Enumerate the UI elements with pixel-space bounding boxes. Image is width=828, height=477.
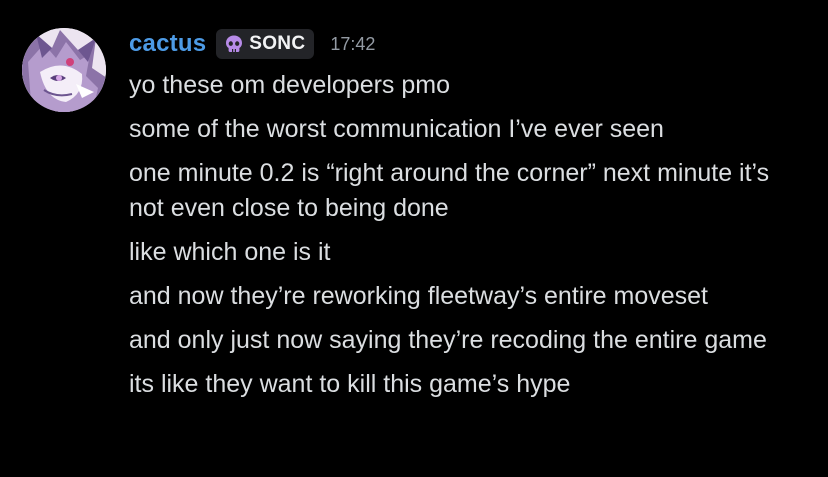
- message-line: like which one is it: [129, 238, 331, 266]
- message-line: one minute 0.2 is “right around the corn…: [129, 159, 770, 222]
- message-header: cactus SONC 17:42: [129, 26, 375, 62]
- avatar-image: [22, 28, 106, 112]
- avatar[interactable]: [22, 28, 106, 112]
- server-tag[interactable]: SONC: [216, 29, 315, 59]
- message-line: yo these om developers pmo: [129, 71, 451, 99]
- message-line: its like they want to kill this game’s h…: [129, 370, 571, 398]
- message-line: and only just now saying they’re recodin…: [129, 326, 767, 354]
- message-line: and now they’re reworking fleetway’s ent…: [129, 282, 708, 310]
- message-line: some of the worst communication I’ve eve…: [129, 115, 664, 143]
- timestamp[interactable]: 17:42: [330, 34, 375, 55]
- skull-icon: [223, 34, 244, 55]
- username[interactable]: cactus: [129, 30, 206, 58]
- message-content: yo these om developers pmo some of the w…: [129, 68, 809, 411]
- server-tag-label: SONC: [249, 33, 306, 54]
- chat-message: cactus SONC 17:42 yo these om developers…: [0, 0, 828, 477]
